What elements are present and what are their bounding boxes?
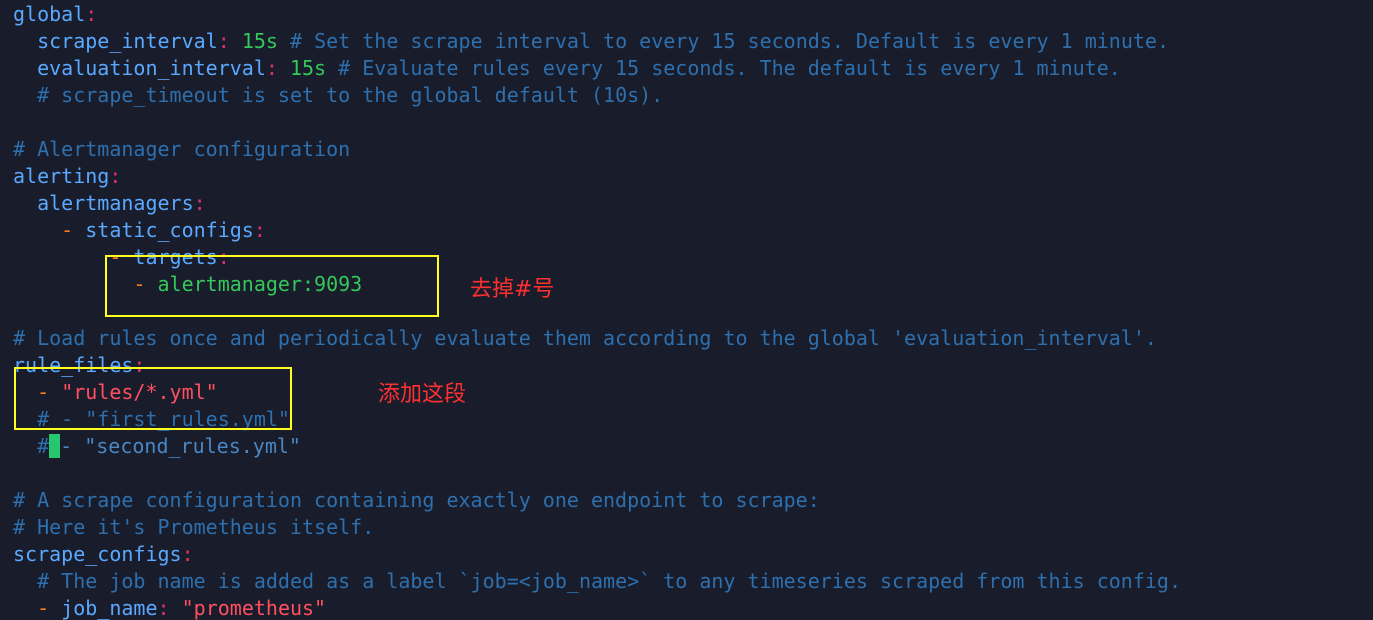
yaml-comment: # Alertmanager configuration	[13, 137, 351, 161]
yaml-key: scrape_configs	[13, 542, 182, 566]
yaml-key: alerting	[13, 164, 110, 188]
yaml-key: static_configs	[85, 218, 254, 242]
annotation-note-remove-hash: 去掉#号	[470, 277, 555, 302]
yaml-comment: - "second_rules.yml"	[60, 434, 301, 458]
yaml-key: scrape_interval	[37, 29, 218, 53]
yaml-dash: -	[37, 596, 50, 620]
text-cursor	[49, 434, 61, 458]
yaml-comment: # The job name is added as a label `job=…	[37, 569, 1181, 593]
yaml-colon: :	[193, 191, 206, 215]
line-scrape-interval: scrape_interval: 15s # Set the scrape in…	[13, 28, 1169, 55]
line-scrape-timeout-comment: # scrape_timeout is set to the global de…	[13, 82, 663, 109]
line-scrape-config-comment-2: # Here it's Prometheus itself.	[13, 514, 374, 541]
yaml-string: "prometheus"	[181, 596, 327, 620]
line-scrape-configs: scrape_configs:	[13, 541, 194, 568]
yaml-comment: # Here it's Prometheus itself.	[13, 515, 375, 539]
line-alertmanager-comment: # Alertmanager configuration	[13, 136, 350, 163]
yaml-key: alertmanagers	[37, 191, 194, 215]
line-evaluation-interval: evaluation_interval: 15s # Evaluate rule…	[13, 55, 1121, 82]
yaml-key: global	[13, 2, 86, 26]
yaml-comment: # A scrape configuration containing exac…	[13, 488, 820, 512]
line-job-name: - job_name: "prometheus"	[13, 595, 326, 620]
yaml-comment: # scrape_timeout is set to the global de…	[37, 83, 664, 107]
yaml-colon: :	[217, 29, 230, 53]
annotation-box-targets	[105, 255, 439, 317]
yaml-colon: :	[157, 596, 170, 620]
code-editor[interactable]: global: scrape_interval: 15s # Set the s…	[0, 0, 1373, 620]
line-scrape-config-comment-1: # A scrape configuration containing exac…	[13, 487, 820, 514]
line-load-rules-comment: # Load rules once and periodically evalu…	[13, 325, 1157, 352]
yaml-colon: :	[253, 218, 266, 242]
yaml-colon: :	[85, 2, 98, 26]
annotation-box-rule-files	[14, 367, 292, 430]
yaml-key: job_name	[61, 596, 158, 620]
line-alertmanagers: alertmanagers:	[13, 190, 206, 217]
annotation-note-add-section: 添加这段	[378, 382, 467, 407]
yaml-colon: :	[265, 56, 278, 80]
line-global: global:	[13, 1, 97, 28]
line-job-name-comment: # The job name is added as a label `job=…	[13, 568, 1181, 595]
line-static-configs: - static_configs:	[13, 217, 266, 244]
yaml-value: 15s	[241, 29, 278, 53]
yaml-value: 15s	[289, 56, 327, 80]
yaml-comment: # Set the scrape interval to every 15 se…	[289, 29, 1169, 53]
yaml-colon: :	[109, 164, 122, 188]
line-second-rules-comment: # - "second_rules.yml"	[13, 433, 301, 460]
yaml-dash: -	[61, 218, 74, 242]
yaml-key: evaluation_interval	[37, 56, 266, 80]
yaml-comment: # Evaluate rules every 15 seconds. The d…	[338, 56, 1121, 80]
yaml-colon: :	[181, 542, 194, 566]
yaml-comment: # Load rules once and periodically evalu…	[13, 326, 1157, 350]
yaml-comment: #	[37, 434, 50, 458]
line-alerting: alerting:	[13, 163, 121, 190]
